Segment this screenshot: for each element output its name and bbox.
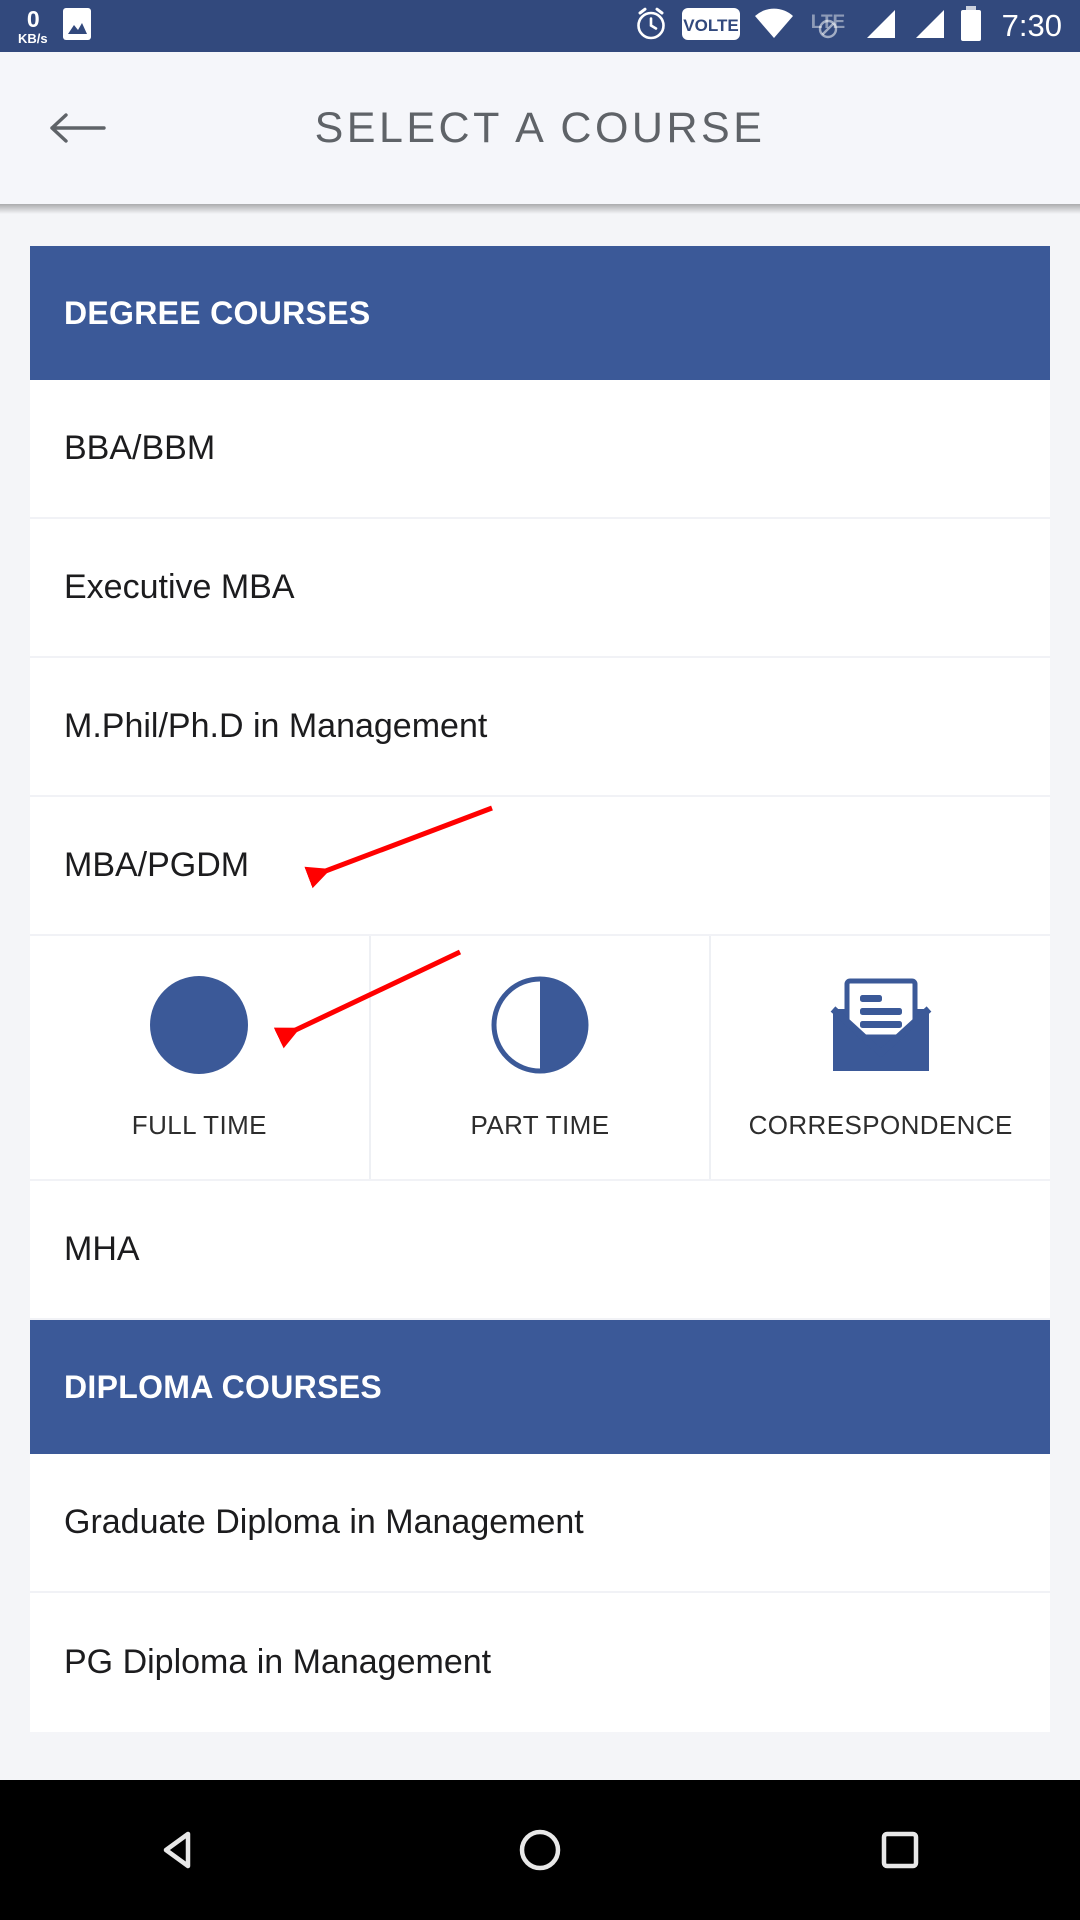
page-title: SELECT A COURSE (314, 103, 766, 152)
course-mode-options: FULL TIME PART TIME CORRESPONDENCE (30, 936, 1050, 1181)
mode-option-part-time[interactable]: PART TIME (371, 936, 712, 1179)
back-triangle-icon (163, 1831, 191, 1869)
recents-square-icon (881, 1831, 919, 1869)
lte-disabled-icon: LTE (808, 8, 848, 45)
course-list-scroll[interactable]: DEGREE COURSES BBA/BBM Executive MBA M.P… (0, 204, 1080, 1780)
phone-screen: 0 KB/s VOLTE LTE 7:30 SELECT A COURSE DE… (0, 0, 1080, 1920)
home-circle-icon (519, 1829, 561, 1871)
course-label: BBA/BBM (64, 429, 216, 467)
mode-option-full-time[interactable]: FULL TIME (30, 936, 371, 1179)
screenshot-image-icon (62, 7, 92, 46)
wifi-icon (753, 8, 795, 45)
course-row-mba-pgdm[interactable]: MBA/PGDM (30, 797, 1050, 936)
android-navigation-bar (0, 1780, 1080, 1920)
signal-sim2-icon (910, 8, 946, 45)
course-label: Executive MBA (64, 568, 295, 606)
status-bar-clock: 7:30 (1001, 8, 1062, 43)
mode-option-label: FULL TIME (131, 1110, 267, 1140)
mode-option-label: PART TIME (470, 1110, 610, 1140)
course-row-executive-mba[interactable]: Executive MBA (30, 519, 1050, 658)
nav-recents-button[interactable] (820, 1780, 980, 1920)
course-label: MHA (64, 1230, 140, 1268)
nav-back-button[interactable] (100, 1780, 260, 1920)
course-row-mphil-phd-management[interactable]: M.Phil/Ph.D in Management (30, 658, 1050, 797)
status-bar: 0 KB/s VOLTE LTE 7:30 (0, 0, 1080, 52)
mode-option-correspondence[interactable]: CORRESPONDENCE (711, 936, 1050, 1179)
battery-icon (959, 5, 983, 47)
course-label: M.Phil/Ph.D in Management (64, 707, 488, 745)
course-card: DEGREE COURSES BBA/BBM Executive MBA M.P… (30, 246, 1050, 1732)
course-row-bba-bbm[interactable]: BBA/BBM (30, 380, 1050, 519)
mode-option-label: CORRESPONDENCE (748, 1110, 1013, 1140)
status-bar-left: 0 KB/s (18, 7, 92, 46)
section-header-diploma-courses[interactable]: DIPLOMA COURSES (30, 1320, 1050, 1454)
course-row-mha[interactable]: MHA (30, 1181, 1050, 1320)
full-circle-icon (144, 970, 254, 1080)
open-envelope-icon (826, 970, 936, 1080)
network-speed-indicator: 0 KB/s (18, 5, 48, 46)
svg-text:VOLTE: VOLTE (683, 16, 738, 35)
course-row-pg-diploma-management[interactable]: PG Diploma in Management (30, 1593, 1050, 1732)
signal-sim1-icon (861, 8, 897, 45)
half-circle-icon (485, 970, 595, 1080)
status-bar-right: VOLTE LTE 7:30 (633, 5, 1062, 47)
alarm-clock-icon (633, 6, 669, 47)
course-row-graduate-diploma-management[interactable]: Graduate Diploma in Management (30, 1454, 1050, 1593)
course-label: Graduate Diploma in Management (64, 1503, 584, 1541)
section-header-degree-courses[interactable]: DEGREE COURSES (30, 246, 1050, 380)
back-button[interactable] (22, 73, 132, 183)
nav-home-button[interactable] (460, 1780, 620, 1920)
course-label: PG Diploma in Management (64, 1643, 492, 1681)
network-speed-unit: KB/s (18, 30, 48, 46)
network-speed-value: 0 (26, 5, 40, 32)
arrow-left-icon (50, 113, 106, 143)
volte-icon: VOLTE (681, 7, 740, 45)
app-bar: SELECT A COURSE (0, 52, 1080, 214)
course-label: MBA/PGDM (64, 846, 250, 884)
